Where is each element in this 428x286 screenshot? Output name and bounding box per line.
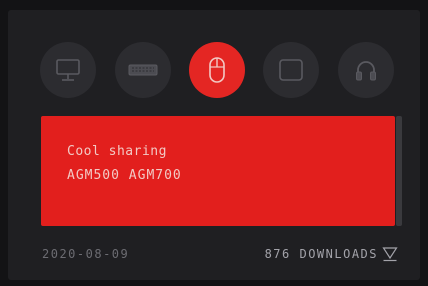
device-button-monitor[interactable]: [40, 42, 96, 98]
device-selector: [8, 10, 420, 120]
download-count: 876 DOWNLOADS: [264, 247, 378, 261]
mousepad-icon: [279, 59, 303, 81]
card-scrollbar[interactable]: [396, 116, 402, 226]
download-icon[interactable]: [382, 246, 398, 262]
mouse-icon: [209, 57, 225, 83]
share-title: Cool sharing: [67, 144, 167, 159]
headset-icon: [356, 61, 376, 81]
device-button-mousepad[interactable]: [263, 42, 319, 98]
device-button-headset[interactable]: [338, 42, 394, 98]
compatible-models: AGM500 AGM700: [67, 168, 182, 183]
device-button-keyboard[interactable]: [115, 42, 171, 98]
share-card[interactable]: Cool sharing AGM500 AGM700: [41, 116, 395, 226]
monitor-icon: [56, 59, 80, 81]
device-button-mouse[interactable]: [189, 42, 245, 98]
share-date: 2020-08-09: [42, 247, 130, 261]
share-panel: Cool sharing AGM500 AGM700 2020-08-09 87…: [8, 10, 420, 280]
keyboard-icon: [128, 64, 158, 76]
